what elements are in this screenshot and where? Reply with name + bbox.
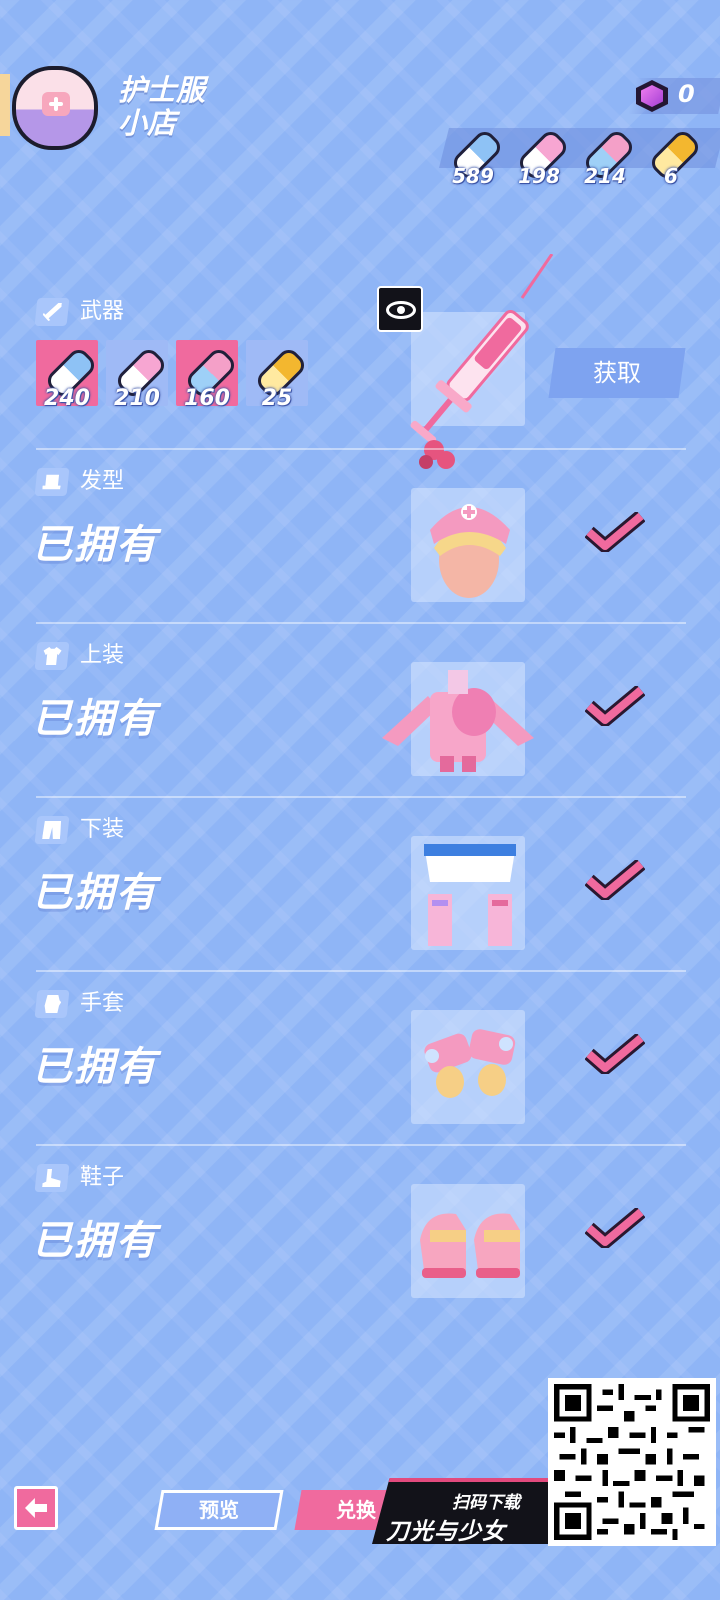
checkmark-icon [585, 686, 645, 726]
owned-status: 已拥有 [32, 1218, 158, 1264]
weapon-cost-gold: 25 [246, 340, 308, 411]
gem-count: 0 [678, 80, 695, 108]
glove-icon [34, 990, 70, 1018]
qr-code [548, 1378, 716, 1546]
pill-currency-blue: 589 [442, 126, 504, 192]
cost-amount: 210 [114, 386, 160, 411]
checkmark-icon [585, 1208, 645, 1248]
pill-amount: 6 [664, 164, 678, 188]
preview-eye-button[interactable] [377, 286, 423, 332]
back-button[interactable] [14, 1486, 58, 1530]
weapon-cost-blue: 240 [36, 340, 98, 411]
pill-amount: 214 [584, 164, 626, 188]
checkmark-icon [585, 1034, 645, 1074]
divider [36, 622, 686, 624]
owned-status: 已拥有 [32, 522, 158, 568]
promo-scan-text: 扫码下载 [452, 1493, 520, 1513]
hat-icon [34, 468, 70, 496]
nurse-top-image [382, 670, 534, 772]
category-name: 手套 [80, 991, 125, 1016]
exchange-label: 兑换 [336, 1498, 376, 1522]
divider [36, 796, 686, 798]
acquire-label: 获取 [593, 359, 641, 387]
weapon-section: 武器 240 210 160 25 获取 [34, 254, 686, 469]
gloves-section: 手套 已拥有 [32, 990, 686, 1130]
arrow-left-icon [25, 1498, 47, 1518]
top-section: 上装 已拥有 [32, 642, 686, 782]
preview-button[interactable]: 预览 [154, 1490, 284, 1530]
pill-currency-pink: 198 [508, 126, 570, 192]
shop-title: 护士服 小店 [118, 73, 206, 140]
shoe-icon [34, 1164, 70, 1192]
divider [36, 1144, 686, 1146]
acquire-button[interactable]: 获取 [548, 348, 686, 398]
owned-status: 已拥有 [32, 1044, 158, 1090]
cost-amount: 240 [44, 386, 90, 411]
divider [36, 970, 686, 972]
category-name: 鞋子 [80, 1165, 125, 1190]
hair-section: 发型 已拥有 [32, 468, 686, 608]
pill-amount: 589 [452, 164, 494, 188]
owned-status: 已拥有 [32, 870, 158, 916]
pill-currency-pinkblue: 214 [574, 126, 636, 192]
weapon-cost-pink: 210 [106, 340, 168, 411]
category-name: 下装 [80, 817, 125, 842]
category-name: 上装 [80, 643, 125, 668]
pill-amount: 198 [518, 164, 560, 188]
shop-avatar [12, 66, 98, 150]
category-name: 发型 [80, 469, 125, 494]
owned-status: 已拥有 [32, 696, 158, 742]
promo-game-name: 刀光与少女 [386, 1519, 506, 1545]
eye-icon [386, 301, 416, 319]
sword-icon [34, 298, 70, 326]
pants-icon [34, 816, 70, 844]
checkmark-icon [585, 860, 645, 900]
qr-code-pattern [554, 1384, 710, 1540]
category-name: 武器 [80, 299, 125, 324]
shirt-icon [34, 642, 70, 670]
shop-header: 护士服 小店 [0, 66, 260, 150]
nurse-shoes-image [420, 1213, 520, 1278]
weapon-cost-pinkblue: 160 [176, 340, 238, 411]
checkmark-icon [585, 512, 645, 552]
nurse-hair-image [430, 504, 510, 598]
cost-amount: 160 [184, 386, 230, 411]
cost-amount: 25 [261, 386, 293, 411]
divider [36, 448, 686, 450]
nurse-gloves-image [424, 1029, 516, 1098]
shoes-section: 鞋子 已拥有 [32, 1164, 686, 1304]
preview-label: 预览 [199, 1498, 239, 1522]
pill-currency-gold: 6 [640, 126, 702, 192]
medical-cross-icon [42, 92, 70, 116]
nurse-bottom-image [424, 844, 516, 946]
bottom-section: 下装 已拥有 [32, 816, 686, 956]
